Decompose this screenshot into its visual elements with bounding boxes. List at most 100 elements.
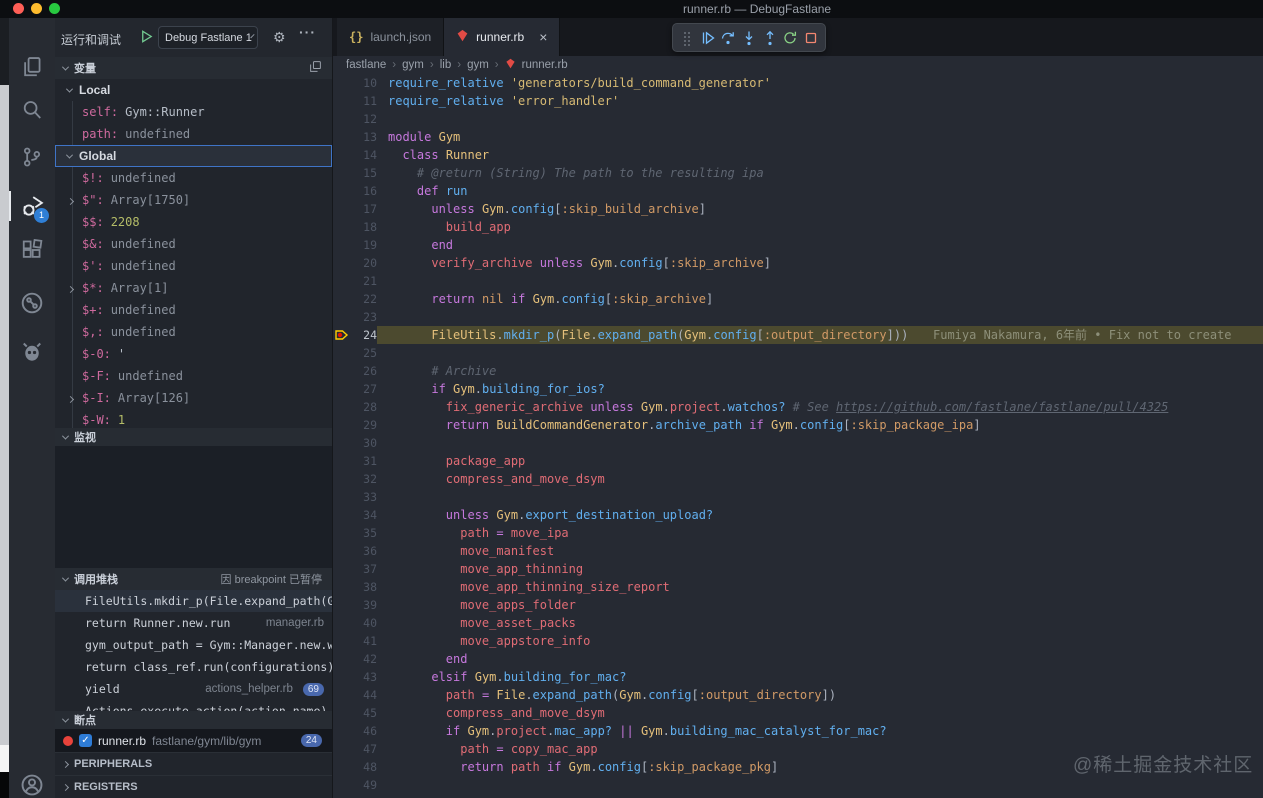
breakpoint-gutter[interactable] (333, 218, 351, 236)
debug-configuration-dropdown[interactable]: Debug Fastlane 1 (158, 26, 258, 49)
step-into-button[interactable] (739, 28, 759, 48)
breakpoint-gutter[interactable] (333, 578, 351, 596)
call-stack-section-header[interactable]: 调用堆栈 因 breakpoint 已暂停 (55, 568, 332, 590)
source-control-icon[interactable] (9, 142, 55, 172)
account-icon[interactable] (9, 770, 55, 798)
more-actions-icon[interactable]: ··· (299, 24, 316, 40)
variable-row[interactable]: $': undefined (55, 255, 332, 277)
breakpoint-gutter[interactable] (333, 128, 351, 146)
breakpoint-row[interactable]: ✓ runner.rb fastlane/gym/lib/gym 24 (55, 729, 332, 752)
breadcrumb-item[interactable]: fastlane (346, 59, 386, 71)
breakpoint-gutter[interactable] (333, 488, 351, 506)
breakpoint-gutter[interactable] (333, 92, 351, 110)
close-window-button[interactable] (13, 3, 24, 14)
search-icon[interactable] (9, 95, 55, 125)
code-line[interactable]: 12 (333, 110, 1263, 128)
call-stack-frame[interactable]: FileUtils.mkdir_p(File.expand_path(Gym (55, 590, 332, 612)
code-line[interactable]: 14 class Runner (333, 146, 1263, 164)
variables-section-header[interactable]: 变量 (55, 57, 332, 79)
code-line[interactable]: 39 move_apps_folder (333, 596, 1263, 614)
breakpoint-gutter[interactable] (333, 668, 351, 686)
breadcrumb-item[interactable]: gym (402, 59, 424, 71)
variable-row[interactable]: $-W: 1 (55, 409, 332, 428)
variable-row[interactable]: $-F: undefined (55, 365, 332, 387)
breakpoint-gutter[interactable] (333, 344, 351, 362)
code-line[interactable]: 21 (333, 272, 1263, 290)
code-line[interactable]: 28 fix_generic_archive unless Gym. projec… (333, 398, 1263, 416)
tab-launch.json[interactable]: {} launch.json (337, 18, 445, 56)
code-line[interactable]: 36 move_manifest (333, 542, 1263, 560)
variable-row[interactable]: $&: undefined (55, 233, 332, 255)
call-stack-frame[interactable]: Actions.execute_action(action_name) d (55, 700, 332, 711)
code-line[interactable]: 46 if Gym. project. mac_app? || Gym. buildi… (333, 722, 1263, 740)
breakpoint-gutter[interactable] (333, 110, 351, 128)
code-line[interactable]: 31 package_app (333, 452, 1263, 470)
code-line[interactable]: 10 require_relative 'generators/build_com… (333, 74, 1263, 92)
breakpoint-gutter[interactable] (333, 506, 351, 524)
variable-row[interactable]: $-I: Array[126] (55, 387, 332, 409)
code-line[interactable]: 32 compress_and_move_dsym (333, 470, 1263, 488)
code-editor[interactable]: 10 require_relative 'generators/build_com… (333, 74, 1263, 794)
zoom-window-button[interactable] (49, 3, 60, 14)
step-over-button[interactable] (718, 28, 738, 48)
stop-button[interactable] (801, 28, 821, 48)
watch-section-header[interactable]: 监视 (55, 428, 332, 446)
call-stack-frame[interactable]: gym_output_path = Gym::Manager.new.wor (55, 634, 332, 656)
breakpoint-gutter[interactable] (333, 686, 351, 704)
breakpoint-gutter[interactable] (333, 290, 351, 308)
breadcrumb-item[interactable]: runner.rb (522, 59, 568, 71)
explorer-icon[interactable] (9, 52, 55, 82)
breakpoint-gutter[interactable] (333, 596, 351, 614)
code-line[interactable]: 49 (333, 776, 1263, 794)
code-line[interactable]: 37 move_app_thinning (333, 560, 1263, 578)
close-tab-icon[interactable]: × (539, 29, 547, 45)
continue-button[interactable] (698, 28, 718, 48)
registers-section-header[interactable]: REGISTERS (55, 775, 332, 798)
variable-row[interactable]: self: Gym::Runner (55, 101, 332, 123)
configure-gear-icon[interactable]: ⚙ (273, 29, 286, 46)
breakpoint-gutter[interactable] (333, 254, 351, 272)
variable-row[interactable]: $": Array[1750] (55, 189, 332, 211)
code-line[interactable]: 34 unless Gym. export_destination_upload? (333, 506, 1263, 524)
breakpoint-gutter[interactable] (333, 632, 351, 650)
breadcrumb-item[interactable]: lib (440, 59, 452, 71)
code-line[interactable]: 18 build_app (333, 218, 1263, 236)
tab-runner.rb[interactable]: runner.rb × (444, 18, 561, 56)
code-line[interactable]: 45 compress_and_move_dsym (333, 704, 1263, 722)
call-stack-frame[interactable]: return class_ref.run(configurations) (55, 656, 332, 678)
code-line[interactable]: 26 # Archive (333, 362, 1263, 380)
code-line[interactable]: 42 end (333, 650, 1263, 668)
start-debugging-icon[interactable] (139, 29, 154, 47)
variable-row[interactable]: path: undefined (55, 123, 332, 145)
breakpoint-gutter[interactable] (333, 164, 351, 182)
code-line[interactable]: 19 end (333, 236, 1263, 254)
code-line[interactable]: 33 (333, 488, 1263, 506)
code-line[interactable]: 35 path = move_ipa (333, 524, 1263, 542)
breakpoint-gutter[interactable] (333, 416, 351, 434)
remote-explorer-icon[interactable] (9, 288, 55, 318)
variable-row[interactable]: $!: undefined (55, 167, 332, 189)
breakpoint-gutter[interactable] (333, 542, 351, 560)
call-stack-frame[interactable]: return Runner.new.run manager.rb (55, 612, 332, 634)
breakpoint-gutter[interactable] (333, 758, 351, 776)
breakpoint-gutter[interactable] (333, 704, 351, 722)
breakpoint-checkbox[interactable]: ✓ (79, 734, 92, 747)
extensions-icon[interactable] (9, 235, 55, 265)
code-line[interactable]: 44 path = File. expand_path(Gym. config[:o… (333, 686, 1263, 704)
code-line[interactable]: 11 require_relative 'error_handler' (333, 92, 1263, 110)
code-line[interactable]: 23 (333, 308, 1263, 326)
breakpoint-gutter[interactable] (333, 272, 351, 290)
breakpoint-gutter[interactable] (333, 650, 351, 668)
breakpoint-gutter[interactable] (333, 200, 351, 218)
breakpoint-gutter[interactable] (333, 740, 351, 758)
breakpoint-gutter[interactable] (333, 362, 351, 380)
variable-row[interactable]: $,: undefined (55, 321, 332, 343)
minimize-window-button[interactable] (31, 3, 42, 14)
breakpoint-gutter[interactable] (333, 74, 351, 92)
variable-scope-global[interactable]: Global (55, 145, 332, 167)
breakpoint-gutter[interactable] (333, 722, 351, 740)
debugger-extension-icon[interactable] (9, 336, 55, 366)
code-line[interactable]: 13 module Gym (333, 128, 1263, 146)
breakpoint-gutter[interactable] (333, 236, 351, 254)
restart-button[interactable] (780, 28, 800, 48)
